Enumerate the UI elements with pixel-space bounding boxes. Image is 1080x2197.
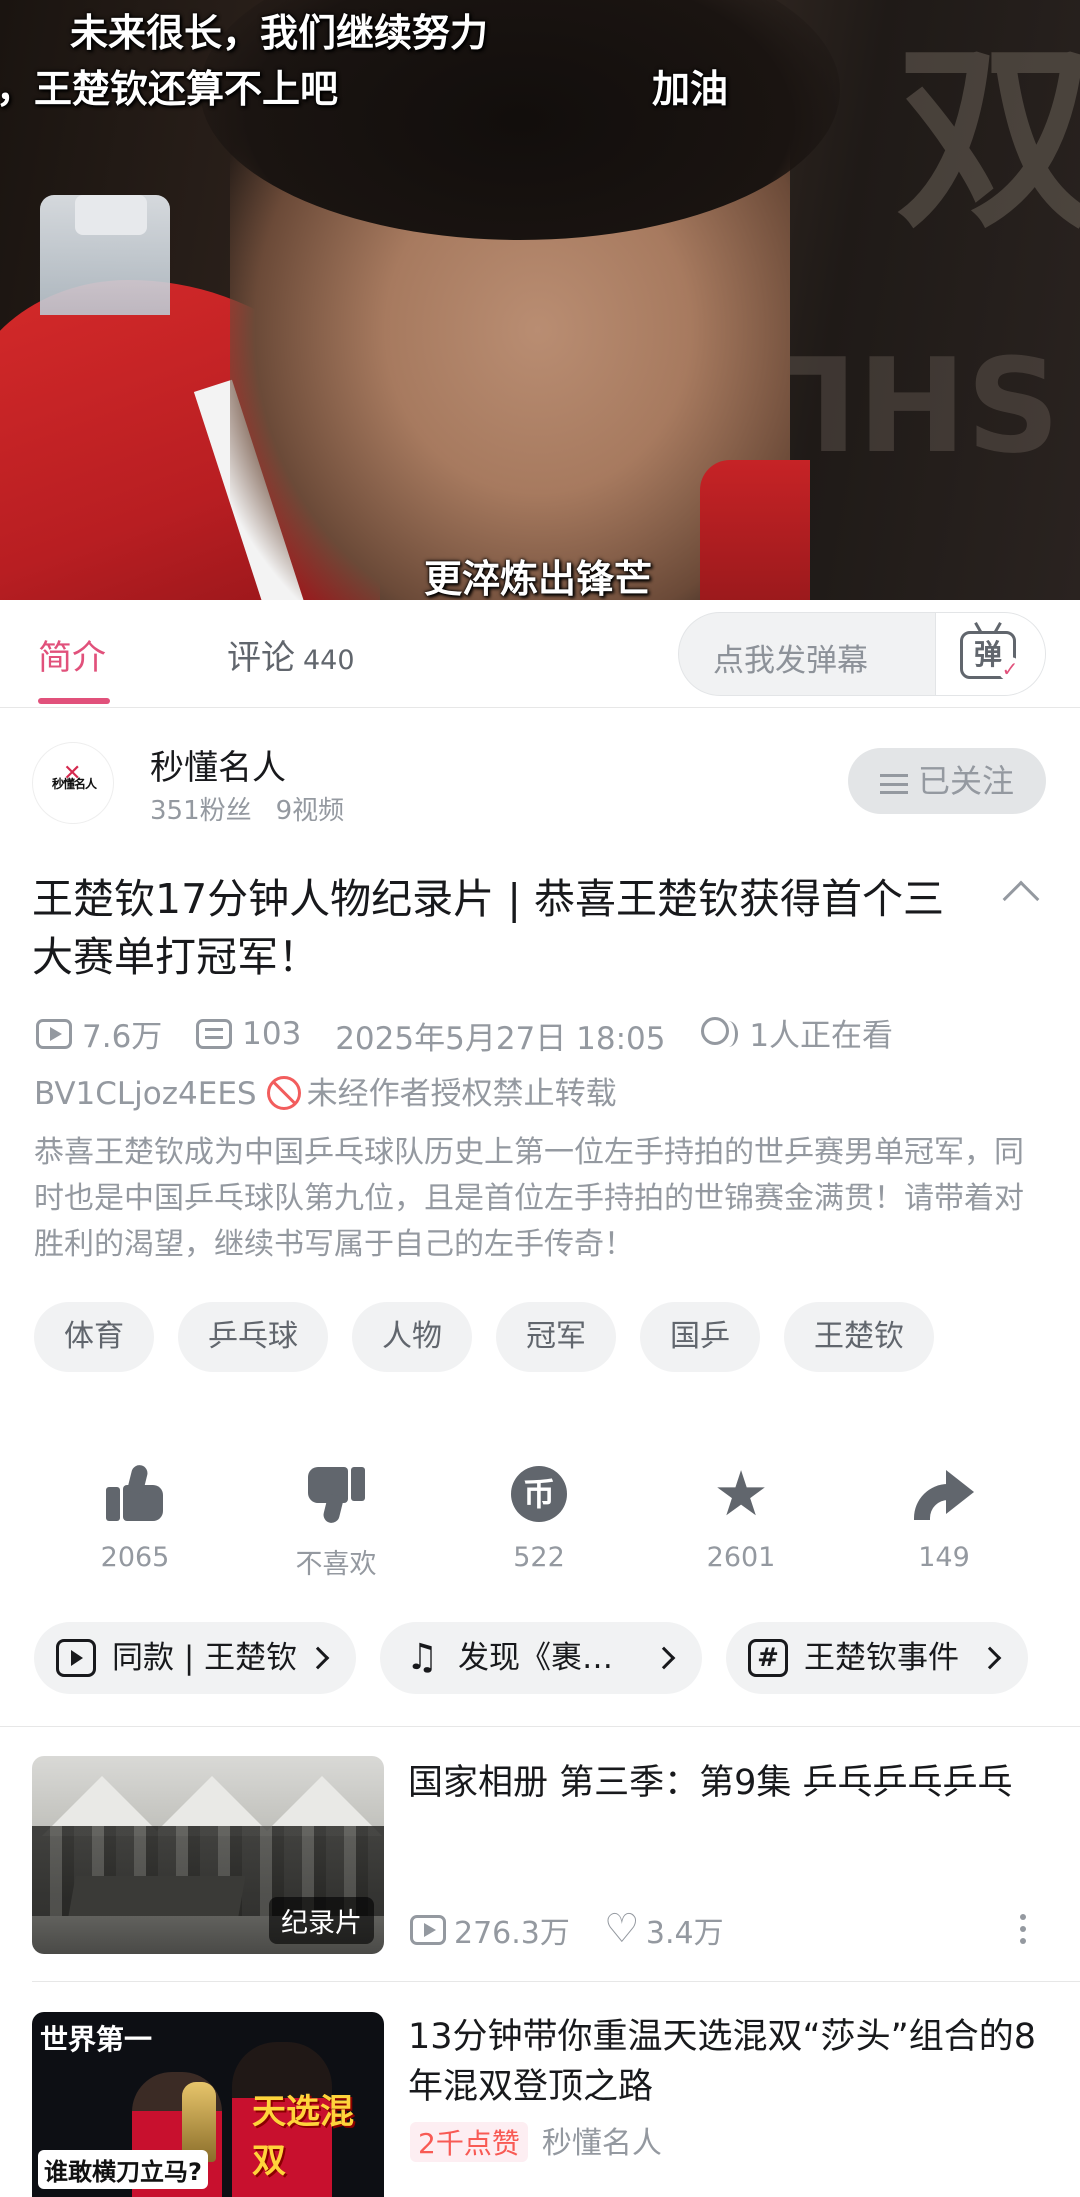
tab-active-indicator — [38, 698, 110, 704]
tab-comments-label: 评论 — [227, 638, 295, 678]
more-options-icon[interactable] — [1020, 1914, 1028, 1950]
dislike-button[interactable]: 不喜欢 — [261, 1460, 411, 1581]
tag-item[interactable]: 冠军 — [496, 1302, 616, 1372]
favorite-count: 2601 — [706, 1542, 776, 1573]
video-description: 恭喜王楚钦成为中国乒乓球队历史上第一位左手持拍的世乒赛男单冠军，同时也是中国乒乓… — [34, 1135, 1024, 1262]
tab-intro[interactable]: 简介 — [38, 630, 106, 679]
video-meta: 7.6万 103 2025年5月27日 18:05 1人正在看 — [36, 1010, 917, 1058]
tab-bar: 简介 评论 440 点我发弹幕 弹 ✓ — [0, 600, 1080, 708]
hashtag-icon: # — [748, 1639, 788, 1677]
subtitle-line-bottom: 更淬炼出锋芒 — [424, 557, 653, 600]
recommended-title[interactable]: 13分钟带你重温天选混双“莎头”组合的8年混双登顶之路 — [408, 2012, 1048, 2112]
recommended-author[interactable]: 秒懂名人 — [542, 2126, 662, 2161]
avatar-logo-text: 秒懂名人 — [51, 777, 97, 791]
watching-now: 1人正在看 — [749, 1018, 894, 1054]
coin-icon: 币 — [511, 1466, 567, 1522]
recommended-stats: 276.3万 3.4万 — [410, 1906, 724, 1952]
subtitle-line-top: 未来很长，我们继续努力 — [70, 11, 489, 55]
thumbnail-caption: 谁敢横刀立马? — [38, 2150, 208, 2189]
uploader-stats: 351粉丝 9视频 — [150, 790, 344, 827]
danmaku-count-icon — [196, 1018, 233, 1049]
bvid[interactable]: BV1CLjoz4EES — [34, 1076, 257, 1112]
chip-topic[interactable]: # 王楚钦事件 — [726, 1622, 1028, 1694]
view-count: 7.6万 — [82, 1019, 163, 1055]
list-divider — [32, 1981, 1080, 1982]
tag-list: 体育 乒乓球 人物 冠军 国乒 王楚钦 — [34, 1302, 934, 1372]
recommended-thumbnail[interactable]: 世界第一 天选混双 谁敢横刀立马? — [32, 2012, 384, 2197]
recommended-likes: 3.4万 — [645, 1916, 724, 1951]
share-button[interactable]: 149 — [869, 1460, 1019, 1573]
play-count-icon — [410, 1915, 446, 1945]
section-divider — [0, 1726, 1080, 1727]
chip-same-style[interactable]: 同款 | 王楚钦 — [34, 1622, 356, 1694]
red-jacket-right — [700, 460, 810, 600]
thumbnail-caption: 天选混双 — [252, 2092, 354, 2181]
like-button[interactable]: 2065 — [60, 1460, 210, 1573]
tag-item[interactable]: 乒乓球 — [178, 1302, 328, 1372]
tag-item[interactable]: 体育 — [34, 1302, 154, 1372]
follow-button[interactable]: 已关注 — [848, 748, 1046, 814]
chevron-up-icon[interactable] — [1002, 880, 1040, 918]
subtitle-line-right: 加油 — [652, 67, 729, 111]
danmaku-check-icon: ✓ — [998, 657, 1022, 681]
recommended-views: 276.3万 — [454, 1916, 570, 1951]
coin-count: 522 — [513, 1542, 565, 1573]
chevron-right-icon — [652, 1646, 676, 1670]
thumbnail-caption: 世界第一 — [40, 2023, 153, 2056]
tag-item[interactable]: 人物 — [352, 1302, 472, 1372]
heart-icon — [604, 1906, 640, 1952]
danmaku-placeholder: 点我发弹幕 — [713, 643, 868, 679]
danmaku-input[interactable]: 点我发弹幕 弹 ✓ — [678, 612, 1046, 696]
video-meta-2: BV1CLjoz4EES 未经作者授权禁止转载 — [34, 1068, 617, 1113]
music-note-icon: ♫ — [405, 1637, 439, 1678]
dislike-label: 不喜欢 — [295, 1549, 377, 1580]
follow-label: 已关注 — [917, 762, 1014, 800]
subtitle-line-left: ，王楚钦还算不上吧 — [0, 67, 339, 111]
chip-music-label: 发现《裹… — [458, 1640, 613, 1676]
background-sign: 双 — [895, 23, 1080, 256]
share-count: 149 — [918, 1542, 970, 1573]
recommended-thumbnail[interactable]: 纪录片 — [32, 1756, 384, 1954]
chevron-right-icon — [306, 1646, 330, 1670]
video-title: 王楚钦17分钟人物纪录片 | 恭喜王楚钦获得首个三大赛单打冠军！ — [32, 875, 945, 981]
tag-item[interactable]: 王楚钦 — [784, 1302, 934, 1372]
viewers-icon — [699, 1016, 739, 1049]
thumbnail-table — [68, 1876, 246, 1916]
uploader-fans: 351粉丝 — [150, 796, 252, 826]
avatar[interactable]: ✕ 秒懂名人 — [32, 742, 114, 824]
coin-button[interactable]: 币 522 — [464, 1460, 614, 1573]
bottle-cap — [75, 195, 147, 235]
chip-music[interactable]: ♫ 发现《裹… — [380, 1622, 702, 1694]
video-player[interactable]: 双 ΠHS 未来很长，我们继续努力 ，王楚钦还算不上吧 加油 更淬炼出锋芒 — [0, 0, 1080, 600]
no-repost-icon — [266, 1076, 301, 1110]
share-icon — [914, 1466, 974, 1522]
likes-badge: 2千点赞 — [410, 2122, 528, 2162]
like-count: 2065 — [100, 1542, 170, 1573]
publish-time: 2025年5月27日 18:05 — [335, 1020, 666, 1057]
tag-item[interactable]: 国乒 — [640, 1302, 760, 1372]
uploader-name[interactable]: 秒懂名人 — [150, 740, 286, 789]
category-badge: 纪录片 — [269, 1897, 374, 1944]
favorite-button[interactable]: ★ 2601 — [666, 1457, 816, 1574]
menu-icon — [879, 774, 908, 794]
thumbs-down-icon — [307, 1465, 365, 1525]
play-count-icon — [36, 1018, 72, 1049]
copyright-notice: 未经作者授权禁止转载 — [306, 1076, 617, 1112]
star-icon: ★ — [713, 1457, 769, 1530]
chip-same-style-label: 同款 | 王楚钦 — [112, 1640, 298, 1676]
tab-comments[interactable]: 评论 440 — [227, 630, 355, 679]
thumbs-up-icon — [106, 1463, 164, 1523]
danmaku-count: 103 — [242, 1015, 302, 1052]
tab-comments-count: 440 — [303, 645, 355, 676]
danmaku-toggle-button[interactable]: 弹 ✓ — [935, 613, 1045, 695]
chip-topic-label: 王楚钦事件 — [804, 1640, 959, 1676]
video-template-icon — [56, 1639, 96, 1677]
recommended-title[interactable]: 国家相册 第三季：第9集 乒乓乒乓乒乓 — [408, 1758, 1048, 1808]
recommended-meta: 2千点赞 秒懂名人 — [410, 2118, 662, 2162]
uploader-videos: 9视频 — [275, 796, 345, 826]
